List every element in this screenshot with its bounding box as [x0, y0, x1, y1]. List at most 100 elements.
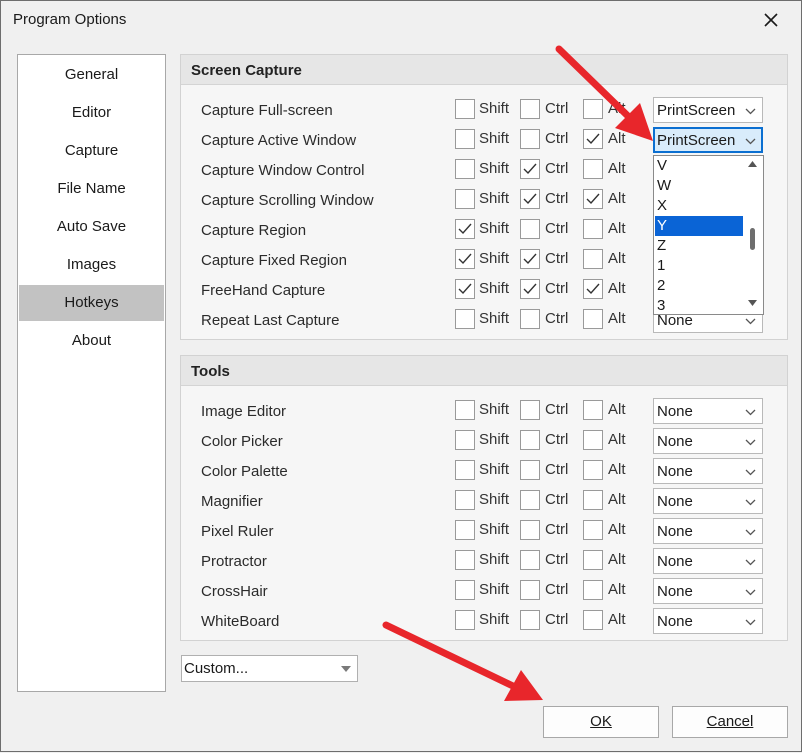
alt-checkbox[interactable]: [583, 219, 603, 239]
dropdown-option[interactable]: 3: [655, 296, 743, 316]
checkmark-icon: [523, 253, 537, 265]
key-select[interactable]: None: [653, 518, 763, 544]
shift-checkbox[interactable]: [455, 189, 475, 209]
dropdown-option[interactable]: 1: [655, 256, 743, 276]
sidebar-item-hotkeys[interactable]: Hotkeys: [19, 285, 164, 321]
ctrl-checkbox[interactable]: [520, 249, 540, 269]
alt-checkbox[interactable]: [583, 99, 603, 119]
shift-label: Shift: [479, 401, 510, 418]
shift-label: Shift: [479, 220, 510, 237]
ctrl-checkbox[interactable]: [520, 580, 540, 600]
sidebar-item-capture[interactable]: Capture: [19, 133, 164, 169]
chevron-down-icon: [745, 469, 756, 476]
ctrl-checkbox[interactable]: [520, 520, 540, 540]
chevron-down-icon: [745, 619, 756, 626]
checkmark-icon: [523, 163, 537, 175]
caret-down-icon: [341, 666, 351, 672]
shift-checkbox[interactable]: [455, 430, 475, 450]
shift-checkbox[interactable]: [455, 219, 475, 239]
chevron-down-icon: [745, 138, 756, 145]
alt-checkbox[interactable]: [583, 520, 603, 540]
cancel-button[interactable]: Cancel: [672, 706, 788, 738]
hotkey-label: Color Picker: [201, 433, 283, 450]
alt-checkbox[interactable]: [583, 580, 603, 600]
alt-checkbox[interactable]: [583, 400, 603, 420]
key-select[interactable]: None: [653, 398, 763, 424]
profile-combo[interactable]: Custom...: [181, 655, 358, 682]
alt-checkbox[interactable]: [583, 189, 603, 209]
sidebar-item-general[interactable]: General: [19, 57, 164, 93]
key-select[interactable]: PrintScreen: [653, 127, 763, 153]
alt-checkbox[interactable]: [583, 159, 603, 179]
alt-checkbox[interactable]: [583, 460, 603, 480]
ctrl-checkbox[interactable]: [520, 129, 540, 149]
hotkey-row: Capture Full-screen Shift Ctrl Alt PrintScre…: [181, 96, 787, 126]
hotkey-label: Pixel Ruler: [201, 523, 274, 540]
ok-button[interactable]: OK: [543, 706, 659, 738]
ctrl-checkbox[interactable]: [520, 460, 540, 480]
key-select-value: None: [657, 523, 693, 540]
sidebar-item-editor[interactable]: Editor: [19, 95, 164, 131]
shift-checkbox[interactable]: [455, 279, 475, 299]
ctrl-label: Ctrl: [545, 521, 569, 538]
dropdown-option[interactable]: Z: [655, 236, 743, 256]
scroll-up-icon[interactable]: [748, 161, 757, 167]
alt-checkbox[interactable]: [583, 430, 603, 450]
shift-checkbox[interactable]: [455, 400, 475, 420]
alt-checkbox[interactable]: [583, 550, 603, 570]
sidebar-item-auto-save[interactable]: Auto Save: [19, 209, 164, 245]
shift-checkbox[interactable]: [455, 580, 475, 600]
key-select[interactable]: None: [653, 458, 763, 484]
dropdown-option[interactable]: 2: [655, 276, 743, 296]
shift-checkbox[interactable]: [455, 490, 475, 510]
shift-checkbox[interactable]: [455, 129, 475, 149]
key-select[interactable]: None: [653, 428, 763, 454]
alt-checkbox[interactable]: [583, 490, 603, 510]
key-select[interactable]: None: [653, 578, 763, 604]
alt-checkbox[interactable]: [583, 129, 603, 149]
key-select[interactable]: PrintScreen: [653, 97, 763, 123]
dropdown-option[interactable]: X: [655, 196, 743, 216]
shift-checkbox[interactable]: [455, 309, 475, 329]
ctrl-checkbox[interactable]: [520, 430, 540, 450]
ctrl-checkbox[interactable]: [520, 309, 540, 329]
scroll-thumb[interactable]: [750, 228, 755, 250]
key-select[interactable]: None: [653, 608, 763, 634]
ctrl-checkbox[interactable]: [520, 99, 540, 119]
shift-checkbox[interactable]: [455, 159, 475, 179]
sidebar-item-file-name[interactable]: File Name: [19, 171, 164, 207]
key-select[interactable]: None: [653, 488, 763, 514]
alt-checkbox[interactable]: [583, 610, 603, 630]
dropdown-option[interactable]: Y: [655, 216, 743, 236]
sidebar-item-about[interactable]: About: [19, 323, 164, 359]
key-select[interactable]: None: [653, 548, 763, 574]
hotkey-label: Repeat Last Capture: [201, 312, 340, 329]
ctrl-checkbox[interactable]: [520, 550, 540, 570]
alt-checkbox[interactable]: [583, 279, 603, 299]
key-dropdown-list[interactable]: VWXYZ123: [653, 155, 764, 315]
alt-checkbox[interactable]: [583, 309, 603, 329]
ctrl-checkbox[interactable]: [520, 159, 540, 179]
shift-checkbox[interactable]: [455, 99, 475, 119]
close-button[interactable]: [751, 5, 791, 35]
scroll-down-icon[interactable]: [748, 300, 757, 306]
ctrl-checkbox[interactable]: [520, 219, 540, 239]
ctrl-checkbox[interactable]: [520, 490, 540, 510]
chevron-down-icon: [745, 108, 756, 115]
dropdown-option[interactable]: V: [655, 156, 743, 176]
ctrl-checkbox[interactable]: [520, 400, 540, 420]
ctrl-label: Ctrl: [545, 611, 569, 628]
shift-checkbox[interactable]: [455, 249, 475, 269]
shift-checkbox[interactable]: [455, 520, 475, 540]
alt-checkbox[interactable]: [583, 249, 603, 269]
ctrl-checkbox[interactable]: [520, 279, 540, 299]
sidebar-item-images[interactable]: Images: [19, 247, 164, 283]
shift-checkbox[interactable]: [455, 610, 475, 630]
shift-checkbox[interactable]: [455, 550, 475, 570]
ctrl-checkbox[interactable]: [520, 189, 540, 209]
alt-label: Alt: [608, 461, 626, 478]
shift-checkbox[interactable]: [455, 460, 475, 480]
ctrl-checkbox[interactable]: [520, 610, 540, 630]
dropdown-scrollbar[interactable]: [743, 156, 763, 314]
dropdown-option[interactable]: W: [655, 176, 743, 196]
